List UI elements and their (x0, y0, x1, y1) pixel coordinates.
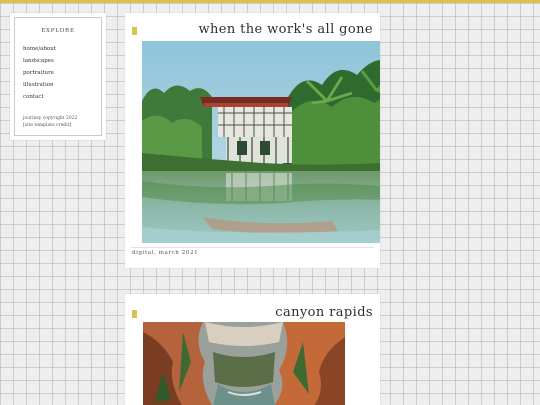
nav-link-landscapes[interactable]: landscapes (23, 56, 56, 68)
sidebar: EXPLORE home/about landscapes portraitur… (10, 13, 106, 140)
post-caption: digital, march 2021 (132, 250, 199, 256)
painting-stilt-house-on-lake[interactable] (142, 41, 380, 243)
sidebar-frame: EXPLORE home/about landscapes portraitur… (14, 17, 102, 136)
post-title: canyon rapids (275, 305, 373, 320)
nav-link-illustration[interactable]: illustration (23, 80, 56, 92)
nav-link-portraiture[interactable]: portraiture (23, 68, 56, 80)
painting-canyon-river[interactable] (143, 322, 345, 405)
sidebar-heading: EXPLORE (41, 28, 75, 34)
caption-divider (131, 247, 374, 248)
copyright-text: jourinsy copyright 2022 (23, 116, 78, 121)
nav-link-contact[interactable]: contact (23, 92, 56, 104)
top-accent-stripe (0, 0, 540, 3)
post-title: when the work's all gone (198, 22, 373, 37)
template-credit-link[interactable]: [site template credit] (23, 122, 78, 129)
sidebar-nav: home/about landscapes portraiture illust… (23, 44, 56, 104)
sidebar-credits: jourinsy copyright 2022 [site template c… (23, 115, 78, 129)
nav-link-home-about[interactable]: home/about (23, 44, 56, 56)
post-marker (132, 27, 137, 35)
post-card: when the work's all gone digital, march … (125, 13, 380, 268)
post-marker (132, 310, 137, 318)
post-card: canyon rapids (125, 294, 380, 405)
